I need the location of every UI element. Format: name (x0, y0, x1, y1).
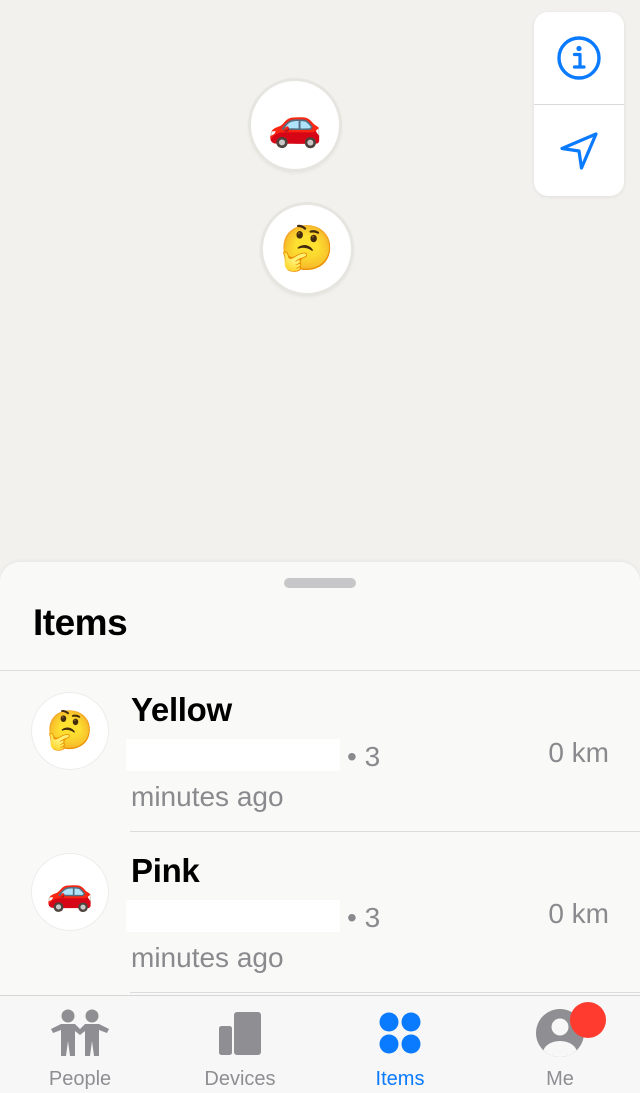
tab-me[interactable]: Me (480, 996, 640, 1093)
map-controls (534, 12, 624, 196)
devices-icon (219, 1012, 261, 1055)
item-avatar: 🚗 (32, 854, 108, 930)
track-location-button[interactable] (534, 105, 624, 196)
item-name: Yellow (131, 691, 232, 728)
tab-me-label: Me (546, 1068, 574, 1090)
item-avatar: 🤔 (32, 693, 108, 769)
sheet-grabber[interactable] (284, 578, 356, 588)
page-title: Items (33, 602, 128, 643)
item-name: Pink (131, 852, 200, 889)
info-icon (557, 36, 601, 80)
item-time: • 3 minutes ago (131, 741, 381, 812)
tab-devices[interactable]: Devices (160, 996, 320, 1093)
list-item[interactable]: 🚗 Pink • 3 minutes ago 0 km (0, 832, 640, 992)
car-pin[interactable]: 🚗 (251, 81, 339, 169)
tab-items-label: Items (375, 1068, 425, 1090)
row-divider (130, 992, 640, 993)
map-view[interactable]: 🚗 🤔 (0, 0, 640, 600)
thinking-face-pin[interactable]: 🤔 (263, 205, 351, 293)
item-time: • 3 minutes ago (131, 902, 381, 973)
item-distance: 0 km (548, 737, 609, 768)
tab-bar: People Devices Items Me (0, 995, 640, 1093)
tab-people-label: People (48, 1068, 112, 1090)
item-distance: 0 km (548, 898, 609, 929)
people-icon (51, 1009, 109, 1056)
list-item[interactable]: 🤔 Yellow • 3 minutes ago 0 km (0, 671, 640, 831)
notification-badge (570, 1002, 606, 1038)
tab-people[interactable]: People (0, 996, 160, 1093)
items-icon (379, 1012, 421, 1054)
tab-items[interactable]: Items (320, 996, 480, 1093)
info-button[interactable] (534, 12, 624, 104)
tab-devices-label: Devices (204, 1068, 276, 1090)
location-arrow-icon (560, 132, 598, 170)
